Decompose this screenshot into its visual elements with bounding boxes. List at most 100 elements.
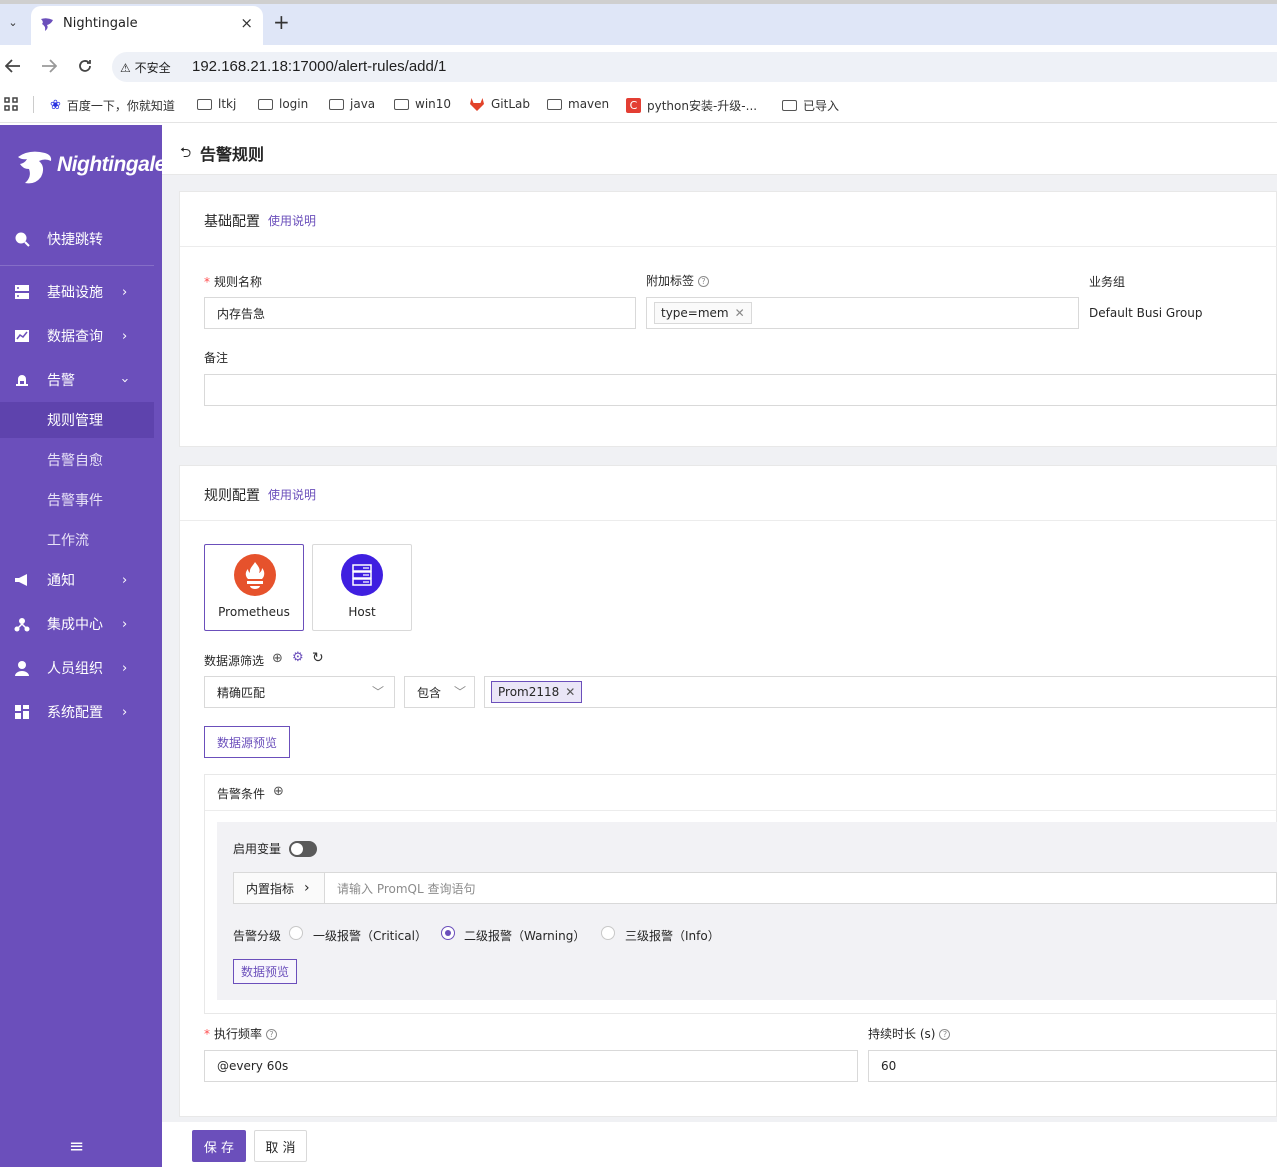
business-group-label: 业务组 bbox=[1089, 275, 1126, 289]
sidebar-item-integration[interactable]: 集成中心 › bbox=[0, 604, 162, 644]
folder-icon bbox=[197, 98, 212, 110]
duration-input[interactable]: 60 bbox=[868, 1050, 1277, 1082]
datasource-host[interactable]: Host bbox=[312, 544, 412, 631]
footer-bar bbox=[162, 1122, 1277, 1167]
chevron-right-icon: › bbox=[304, 880, 310, 896]
sidebar-item-rule-management[interactable]: 规则管理 bbox=[0, 402, 154, 438]
severity-info-label[interactable]: 三级报警（Info） bbox=[625, 927, 720, 944]
nightingale-favicon-icon bbox=[41, 18, 53, 31]
bookmark-baidu[interactable]: ❀ 百度一下，你就知道 bbox=[50, 97, 175, 114]
server-icon bbox=[15, 285, 29, 299]
cancel-button[interactable]: 取 消 bbox=[254, 1130, 307, 1162]
question-icon: ? bbox=[698, 276, 710, 287]
datasource-name: Prometheus bbox=[218, 605, 290, 619]
warning-triangle-icon: ⚠ bbox=[120, 61, 135, 75]
sidebar-item-notify[interactable]: 通知 › bbox=[0, 560, 162, 600]
condition-divider bbox=[205, 810, 1277, 811]
bookmark-ltkj[interactable]: ltkj bbox=[197, 97, 236, 111]
save-button[interactable]: 保 存 bbox=[192, 1130, 246, 1162]
security-indicator[interactable]: ⚠ 不安全 bbox=[120, 59, 171, 76]
sidebar-item-people[interactable]: 人员组织 › bbox=[0, 648, 162, 688]
tab-title: Nightingale bbox=[63, 16, 138, 31]
datasource-prometheus[interactable]: Prometheus bbox=[204, 544, 304, 631]
datasource-name: Host bbox=[348, 605, 376, 619]
sidebar-item-workflow[interactable]: 工作流 bbox=[0, 522, 162, 558]
browser-tab[interactable]: Nightingale × bbox=[31, 6, 263, 45]
add-circle-icon[interactable]: ⊕ bbox=[272, 651, 283, 666]
builtin-metric-button[interactable]: 内置指标 › bbox=[233, 872, 325, 904]
frequency-label: * 执行频率? bbox=[204, 1025, 278, 1042]
reload-icon[interactable] bbox=[77, 58, 93, 74]
collapse-menu-icon[interactable]: ≡ bbox=[69, 1136, 84, 1157]
add-condition-icon[interactable]: ⊕ bbox=[273, 784, 284, 799]
severity-critical-radio[interactable] bbox=[289, 926, 303, 940]
note-label: 备注 bbox=[204, 351, 229, 365]
operator-select[interactable]: 包含 ﹀ bbox=[404, 676, 475, 708]
severity-warning-label[interactable]: 二级报警（Warning） bbox=[464, 927, 585, 944]
promql-input[interactable]: 请输入 PromQL 查询语句 bbox=[324, 872, 1277, 904]
chevron-down-icon: ﹀ bbox=[453, 685, 466, 699]
query-panel bbox=[217, 822, 1277, 1000]
chart-icon bbox=[15, 330, 29, 342]
user-icon bbox=[15, 661, 29, 676]
tags-input[interactable]: type=mem ✕ bbox=[646, 297, 1079, 329]
chevron-right-icon: › bbox=[122, 328, 128, 344]
chevron-right-icon: › bbox=[122, 572, 128, 588]
frequency-input[interactable]: @every 60s bbox=[204, 1050, 858, 1082]
security-label: 不安全 bbox=[134, 61, 171, 75]
bookmark-win10[interactable]: win10 bbox=[394, 97, 451, 111]
forward-arrow-icon[interactable] bbox=[41, 59, 57, 73]
settings-gear-icon[interactable]: ⚙ bbox=[292, 650, 304, 665]
bookmark-java[interactable]: java bbox=[329, 97, 375, 111]
business-group-value: Default Busi Group bbox=[1089, 306, 1203, 320]
tags-label: 附加标签? bbox=[646, 272, 710, 289]
severity-critical-label[interactable]: 一级报警（Critical） bbox=[313, 927, 427, 944]
match-mode-select[interactable]: 精确匹配 ﹀ bbox=[204, 676, 395, 708]
refresh-icon[interactable]: ↻ bbox=[312, 650, 324, 666]
page-header bbox=[162, 125, 1277, 175]
sidebar-item-self-healing[interactable]: 告警自愈 bbox=[0, 442, 162, 478]
rule-name-input[interactable]: 内存告急 bbox=[204, 297, 636, 329]
back-icon[interactable]: ⮌ bbox=[180, 142, 191, 166]
prometheus-icon bbox=[234, 554, 276, 596]
host-server-icon bbox=[341, 554, 383, 596]
close-tab-icon[interactable]: × bbox=[240, 14, 253, 32]
chevron-right-icon: › bbox=[122, 616, 128, 632]
sidebar-item-alert[interactable]: 告警 › bbox=[0, 360, 162, 400]
bookmark-gitlab[interactable]: GitLab bbox=[469, 97, 530, 111]
sidebar-item-alert-events[interactable]: 告警事件 bbox=[0, 482, 162, 518]
note-input[interactable] bbox=[204, 374, 1277, 406]
folder-icon bbox=[782, 100, 797, 111]
basic-config-title: 基础配置 bbox=[204, 214, 260, 230]
severity-warning-radio[interactable] bbox=[441, 926, 455, 940]
bookmark-imported[interactable]: 已导入 bbox=[782, 97, 839, 114]
bookmark-maven[interactable]: maven bbox=[547, 97, 609, 111]
enable-variable-toggle[interactable] bbox=[289, 841, 317, 857]
new-tab-button[interactable]: + bbox=[273, 12, 290, 32]
back-arrow-icon[interactable] bbox=[5, 59, 21, 73]
severity-info-radio[interactable] bbox=[601, 926, 615, 940]
grid-icon bbox=[15, 705, 29, 719]
rule-help-link[interactable]: 使用说明 bbox=[268, 486, 316, 503]
apps-grid-icon[interactable] bbox=[4, 97, 18, 111]
tag-chip: type=mem ✕ bbox=[654, 302, 752, 324]
basic-help-link[interactable]: 使用说明 bbox=[268, 212, 316, 229]
datasource-value-select[interactable]: Prom2118 ✕ bbox=[484, 676, 1277, 708]
sidebar-item-system-config[interactable]: 系统配置 › bbox=[0, 692, 162, 732]
data-preview-button[interactable]: 数据预览 bbox=[233, 959, 297, 984]
logo-text: Nightingale bbox=[57, 153, 166, 176]
url-text[interactable]: 192.168.21.18:17000/alert-rules/add/1 bbox=[192, 58, 446, 75]
sidebar-item-quick-jump[interactable]: 快捷跳转 bbox=[0, 219, 162, 259]
chevron-right-icon: › bbox=[122, 704, 128, 720]
remove-tag-icon[interactable]: ✕ bbox=[735, 306, 745, 320]
tab-search-button[interactable]: ⌄ bbox=[2, 12, 24, 34]
bookmark-python[interactable]: Cpython安装-升级-... bbox=[626, 97, 757, 114]
search-icon bbox=[15, 232, 30, 247]
sidebar-item-data-query[interactable]: 数据查询 › bbox=[0, 316, 162, 356]
datasource-preview-button[interactable]: 数据源预览 bbox=[204, 726, 290, 758]
card-divider bbox=[180, 246, 1277, 247]
sidebar-item-infrastructure[interactable]: 基础设施 › bbox=[0, 272, 162, 312]
remove-tag-icon[interactable]: ✕ bbox=[565, 685, 575, 699]
enable-variable-label: 启用变量 bbox=[233, 842, 282, 856]
bookmark-login[interactable]: login bbox=[258, 97, 308, 111]
